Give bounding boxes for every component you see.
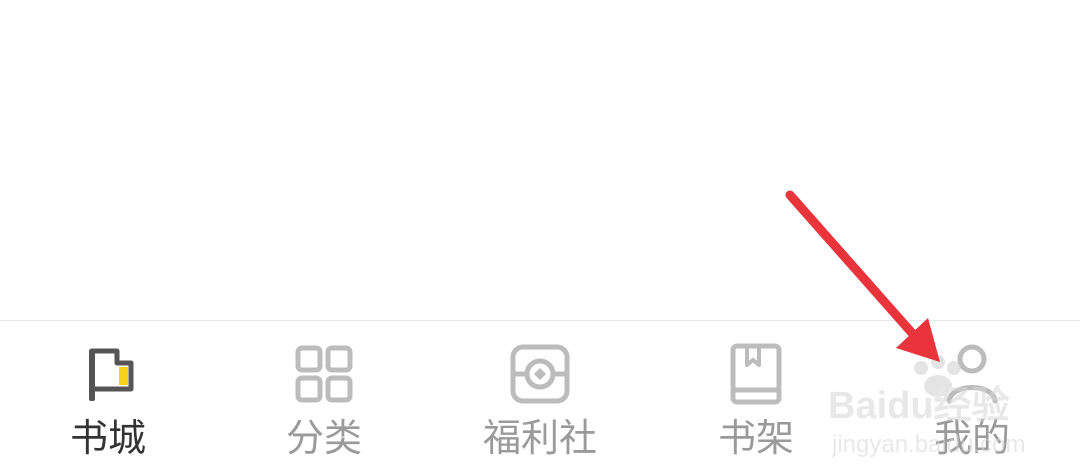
tab-label: 我的 [933, 416, 1010, 460]
tab-bookstore[interactable]: 书城 [0, 321, 216, 471]
grid-icon [293, 343, 355, 405]
tab-label: 书城 [69, 416, 146, 460]
content-area [0, 0, 1080, 320]
tab-mine[interactable]: 我的 [864, 321, 1080, 471]
bookshelf-book-icon [725, 343, 787, 405]
app-screen: 书城 分类 福利社 书架 我的 Baidu经验 jingyan.baidu.co… [0, 0, 1080, 471]
tab-label: 分类 [285, 416, 362, 460]
tab-label: 福利社 [482, 416, 597, 460]
tab-label: 书架 [717, 416, 794, 460]
welfare-coin-icon [509, 343, 571, 405]
tab-bookshelf[interactable]: 书架 [648, 321, 864, 471]
tab-category[interactable]: 分类 [216, 321, 432, 471]
person-icon [941, 343, 1003, 405]
bottom-tab-bar: 书城 分类 福利社 书架 我的 [0, 320, 1080, 471]
bookstore-flag-icon [77, 343, 139, 405]
tab-welfare[interactable]: 福利社 [432, 321, 648, 471]
